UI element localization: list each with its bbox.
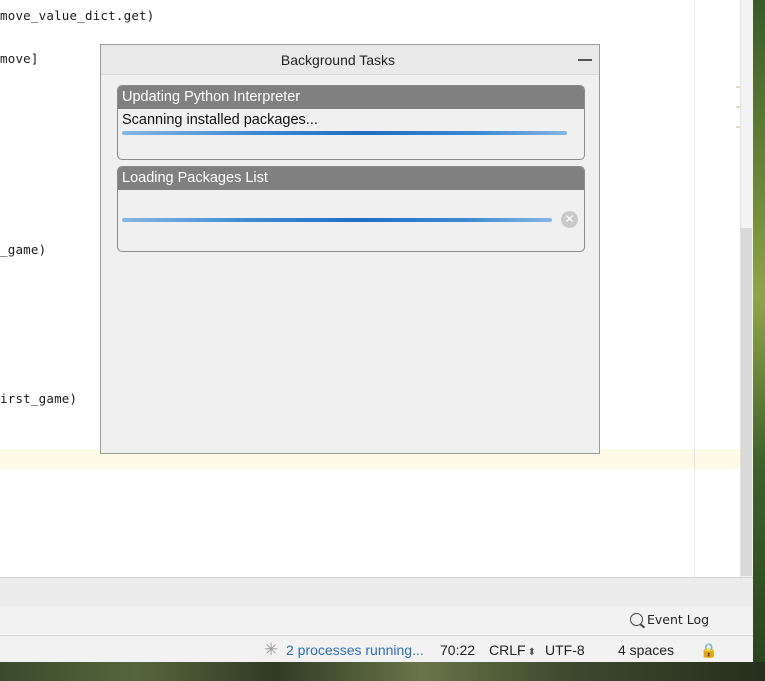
progress-bar [122, 131, 567, 135]
popup-title: Background Tasks [280, 52, 396, 68]
scrollbar-thumb[interactable] [741, 228, 752, 576]
status-bar: ✳ 2 processes running... 70:22 CRLF ⬍ UTF… [0, 635, 753, 663]
desktop-background-edge [753, 0, 765, 662]
background-tasks-popup: Background Tasks Updating Python Interpr… [100, 44, 600, 454]
indent-selector[interactable]: 4 spaces [618, 642, 674, 658]
spinner-icon: ✳ [264, 640, 279, 659]
task-loading-packages: Loading Packages List ✕ [117, 166, 585, 252]
code-line[interactable]: irst_game) [0, 391, 77, 406]
desktop-background [0, 662, 765, 681]
right-margin-guide [694, 0, 695, 577]
task-title: Loading Packages List [118, 167, 584, 190]
encoding-selector[interactable]: UTF-8 [545, 642, 585, 658]
minimize-icon[interactable] [578, 59, 592, 61]
line-ending-selector[interactable]: CRLF ⬍ [489, 642, 536, 658]
progress-bar [122, 218, 552, 222]
processes-running-link[interactable]: 2 processes running... [286, 642, 424, 658]
code-line[interactable]: move] [0, 51, 39, 66]
lock-icon[interactable]: 🔒 [700, 642, 717, 659]
event-log-label: Event Log [647, 612, 710, 627]
popup-header: Background Tasks [101, 45, 599, 75]
event-log-button[interactable]: Event Log [630, 612, 709, 627]
code-line[interactable]: _game) [0, 242, 46, 257]
task-updating-interpreter: Updating Python Interpreter Scanning ins… [117, 85, 585, 160]
line-ending-label: CRLF [489, 642, 526, 658]
cancel-icon[interactable]: ✕ [561, 211, 578, 228]
task-title: Updating Python Interpreter [118, 86, 584, 109]
chevron-updown-icon: ⬍ [527, 647, 536, 658]
tool-window-strip [0, 577, 753, 607]
task-status: Scanning installed packages... [122, 112, 318, 128]
caret-position[interactable]: 70:22 [440, 642, 475, 658]
event-log-icon [630, 613, 643, 626]
code-line[interactable]: move_value_dict.get) [0, 8, 155, 23]
